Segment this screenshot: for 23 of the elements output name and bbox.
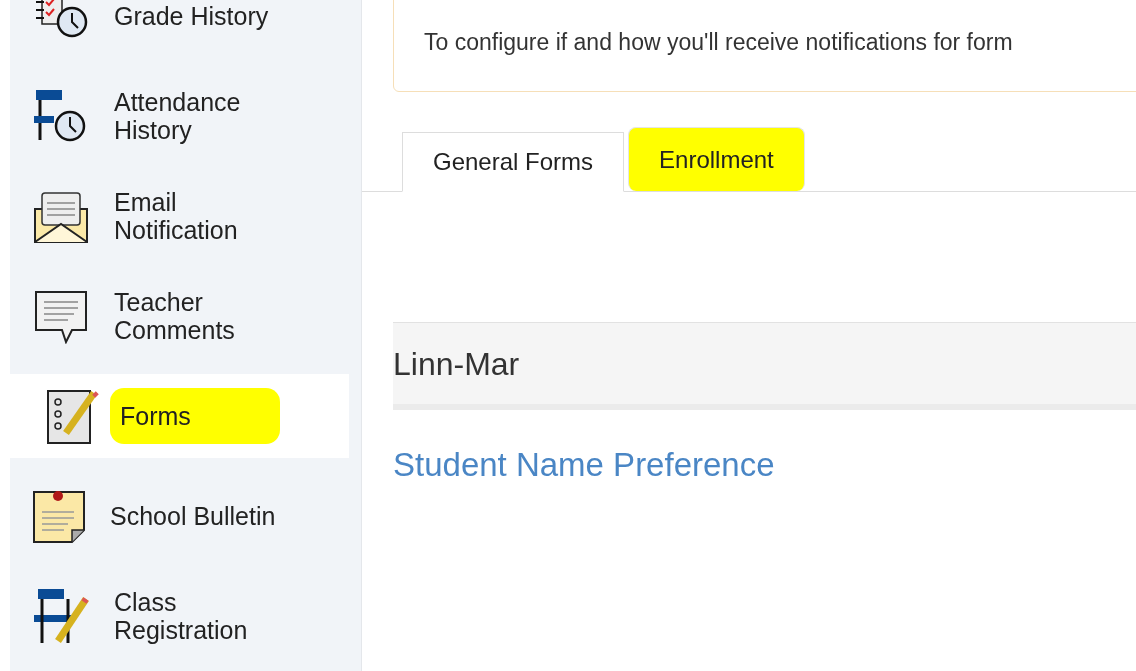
tab[interactable]: General Forms — [402, 132, 625, 192]
speech-bubble-icon — [32, 288, 90, 344]
form-link[interactable]: Student Name Preference — [393, 440, 775, 490]
chair-pencil-icon — [32, 587, 90, 645]
sidebar-item[interactable]: Class Registration — [10, 574, 349, 658]
tab[interactable]: Enrollment — [628, 127, 805, 191]
sidebar-item[interactable]: Teacher Comments — [10, 274, 349, 358]
sidebar-label: School Bulletin — [110, 502, 277, 530]
sidebar-label: Grade History — [114, 2, 270, 30]
sidebar-label: Email Notification — [114, 188, 239, 244]
notice-text: To configure if and how you'll receive notifications for form — [424, 29, 1013, 55]
sidebar-item[interactable]: Email Notification — [10, 174, 349, 258]
section-title: Linn-Mar — [393, 344, 520, 384]
sidebar-item[interactable]: Attendance History — [10, 74, 349, 158]
pinned-note-icon — [32, 488, 86, 544]
sidebar-label: Class Registration — [114, 588, 249, 644]
checklist-pencil-icon — [46, 387, 100, 445]
sidebar-item[interactable]: School Bulletin — [10, 474, 349, 558]
sidebar-item[interactable]: Forms — [10, 374, 349, 458]
sidebar-label: Forms — [110, 388, 280, 444]
sidebar-item[interactable]: Grade History — [10, 0, 349, 58]
sidebar-label: Attendance History — [114, 88, 242, 144]
sidebar-label: Teacher Comments — [114, 288, 236, 344]
